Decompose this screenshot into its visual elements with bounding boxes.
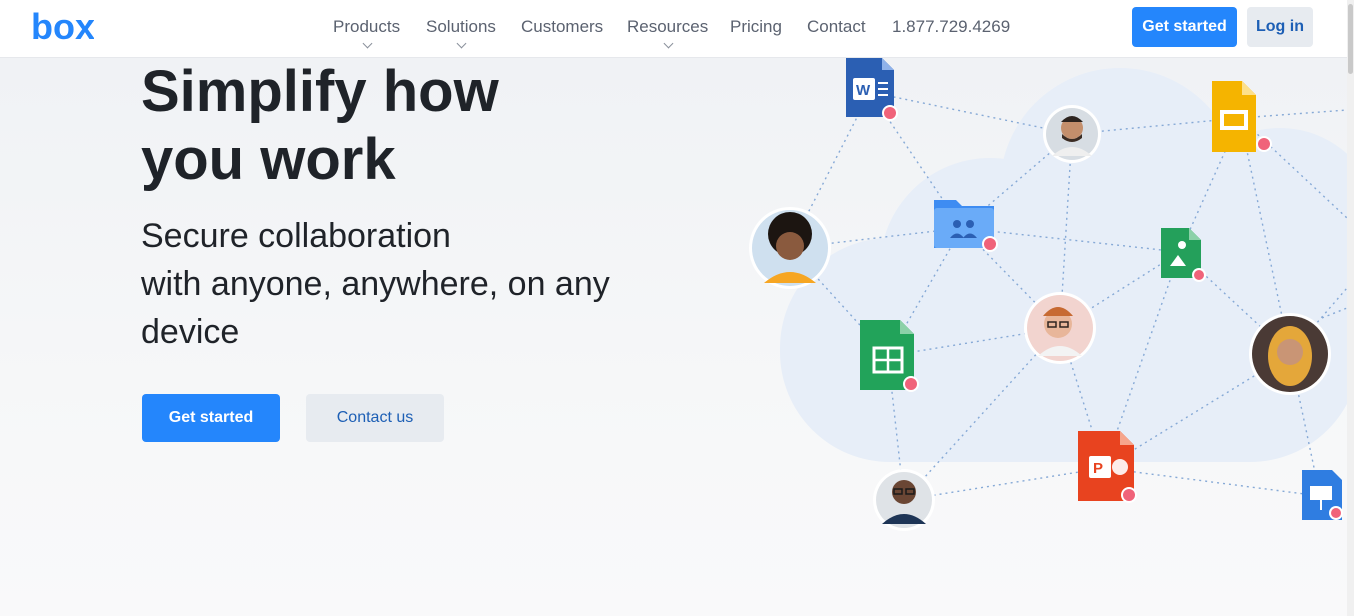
slides-icon — [1212, 81, 1272, 152]
avatar-man-beard — [1043, 105, 1101, 163]
avatar-man-glasses — [1024, 292, 1096, 364]
nav-solutions[interactable]: Solutions — [426, 17, 496, 49]
hero-headline: Simplify how you work — [141, 58, 661, 194]
avatar-woman-hijab — [1249, 313, 1331, 395]
svg-text:box: box — [31, 8, 94, 46]
keynote-icon — [1302, 470, 1343, 520]
shared-folder-icon — [934, 200, 998, 252]
box-logo[interactable]: box — [30, 8, 94, 46]
subhead-line-3: device — [141, 313, 240, 351]
svg-text:W: W — [856, 82, 871, 99]
nav-label: Solutions — [426, 17, 496, 36]
page-scrollbar[interactable] — [1347, 0, 1354, 616]
lock-icon — [884, 107, 896, 119]
nav-pricing[interactable]: Pricing — [730, 17, 782, 37]
nav-contact[interactable]: Contact — [807, 17, 866, 37]
avatar-woman-curly — [749, 207, 831, 289]
nav-label: Resources — [627, 17, 709, 36]
nav-customers[interactable]: Customers — [521, 17, 603, 37]
avatar-man-suit — [873, 469, 935, 531]
chevron-down-icon — [362, 38, 372, 49]
chevron-down-icon — [456, 38, 467, 49]
hero-subheadline: Secure collaboration with anyone, anywhe… — [141, 212, 661, 356]
contact-us-button[interactable]: Contact us — [306, 394, 444, 442]
subhead-line-2: with anyone, anywhere, on any — [141, 265, 610, 303]
chevron-down-icon — [663, 38, 674, 49]
headline-line-2: you work — [141, 127, 396, 192]
collaboration-illustration: W P — [700, 58, 1347, 616]
nav-products[interactable]: Products — [333, 17, 401, 49]
powerpoint-icon: P — [1078, 431, 1137, 503]
headline-line-1: Simplify how — [141, 59, 499, 124]
nav-label: Contact — [807, 17, 866, 36]
nav-resources[interactable]: Resources — [627, 17, 709, 49]
site-header: box Products Solutions Customers Resourc… — [0, 0, 1354, 58]
phone-number-link[interactable]: 1.877.729.4269 — [892, 17, 1010, 37]
header-get-started-button[interactable]: Get started — [1132, 7, 1237, 47]
subhead-line-1: Secure collaboration — [141, 217, 451, 255]
scrollbar-thumb[interactable] — [1348, 4, 1353, 74]
login-button[interactable]: Log in — [1247, 7, 1313, 47]
nav-label: Customers — [521, 17, 604, 36]
spreadsheet-icon — [860, 320, 919, 392]
svg-text:P: P — [1093, 460, 1103, 477]
nav-label: Pricing — [730, 17, 782, 36]
nav-label: Products — [333, 17, 401, 36]
word-doc-icon: W — [846, 58, 898, 121]
hero-get-started-button[interactable]: Get started — [142, 394, 280, 442]
